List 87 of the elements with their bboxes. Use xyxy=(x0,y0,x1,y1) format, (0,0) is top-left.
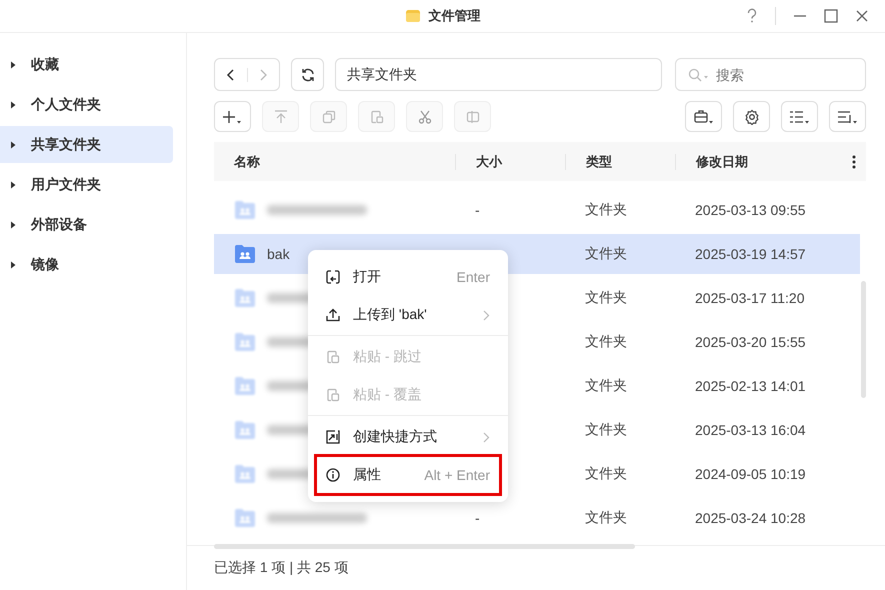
scrollbar[interactable] xyxy=(861,281,866,398)
expand-arrow-icon[interactable] xyxy=(10,220,16,228)
new-button[interactable] xyxy=(214,101,251,132)
column-header[interactable]: 名称 xyxy=(234,152,260,170)
close-icon[interactable] xyxy=(855,9,869,23)
sidebar-item[interactable]: 镜像 xyxy=(0,246,173,283)
scissors-icon xyxy=(418,110,432,124)
modified-date: 2025-03-20 15:55 xyxy=(695,334,806,350)
file-name: bak xyxy=(267,246,290,262)
menu-item[interactable]: 打开 Enter xyxy=(317,259,499,295)
search-input[interactable]: 搜索 xyxy=(716,59,865,90)
file-type: 文件夹 xyxy=(585,245,627,263)
modified-date: 2024-09-05 10:19 xyxy=(695,466,806,482)
menu-item[interactable]: 属性 Alt + Enter xyxy=(317,457,499,493)
expand-arrow-icon[interactable] xyxy=(10,60,16,68)
column-header[interactable]: 修改日期 xyxy=(696,152,748,170)
app-icon xyxy=(404,8,420,24)
search-field[interactable]: 搜索 xyxy=(675,58,866,91)
file-type: 文件夹 xyxy=(585,289,627,307)
shared-folder-icon xyxy=(234,200,256,220)
chevron-right-icon xyxy=(483,310,490,320)
help-icon[interactable] xyxy=(746,8,758,24)
column-header[interactable]: 大小 xyxy=(476,152,502,170)
modified-date: 2025-03-19 14:57 xyxy=(695,246,806,262)
shared-folder-icon xyxy=(234,288,256,308)
shared-folder-icon xyxy=(234,464,256,484)
file-type: 文件夹 xyxy=(585,201,627,219)
chevron-right-icon xyxy=(258,68,268,80)
modified-date: 2025-02-13 14:01 xyxy=(695,378,806,394)
modified-date: 2025-03-13 09:55 xyxy=(695,202,806,218)
sidebar-item[interactable]: 共享文件夹 xyxy=(0,126,173,163)
menu-item[interactable]: 创建快捷方式 xyxy=(317,419,499,455)
cut-button[interactable] xyxy=(406,101,443,132)
refresh-button[interactable] xyxy=(291,58,324,91)
expand-arrow-icon[interactable] xyxy=(10,260,16,268)
plus-icon xyxy=(222,108,242,124)
settings-button[interactable] xyxy=(733,101,770,132)
copy-icon xyxy=(322,110,336,124)
toolbox-button[interactable] xyxy=(685,101,722,132)
maximize-icon[interactable] xyxy=(824,9,838,23)
menu-item[interactable]: 上传到 'bak' xyxy=(317,297,499,333)
expand-arrow-icon[interactable] xyxy=(10,140,16,148)
paste-icon xyxy=(326,388,340,402)
rename-icon xyxy=(466,110,480,124)
briefcase-icon xyxy=(694,108,714,124)
sidebar-item[interactable]: 个人文件夹 xyxy=(0,86,173,123)
view-list-button[interactable] xyxy=(781,101,818,132)
window-title: 文件管理 xyxy=(428,7,480,25)
shared-folder-icon xyxy=(234,376,256,396)
shared-folder-icon xyxy=(234,508,256,528)
sidebar-item[interactable]: 用户文件夹 xyxy=(0,166,173,203)
upload-icon xyxy=(274,110,288,124)
file-type: 文件夹 xyxy=(585,509,627,527)
refresh-icon xyxy=(300,68,314,82)
shared-folder-icon xyxy=(234,332,256,352)
status-text: 已选择 1 项 | 共 25 项 xyxy=(214,559,348,577)
modified-date: 2025-03-17 11:20 xyxy=(695,290,804,306)
file-type: 文件夹 xyxy=(585,421,627,439)
file-size: - xyxy=(475,510,480,526)
shared-folder-icon xyxy=(234,244,256,264)
settings-icon xyxy=(744,108,760,124)
chevron-left-icon xyxy=(226,68,236,80)
file-type: 文件夹 xyxy=(585,377,627,395)
column-header[interactable]: 类型 xyxy=(586,152,612,170)
scrollbar[interactable] xyxy=(214,544,635,549)
paste-icon xyxy=(326,350,340,364)
chevron-right-icon xyxy=(483,432,490,442)
more-icon[interactable] xyxy=(852,155,856,169)
sort-button[interactable] xyxy=(829,101,866,132)
expand-arrow-icon[interactable] xyxy=(10,180,16,188)
sidebar-item[interactable]: 外部设备 xyxy=(0,206,173,243)
shared-folder-icon xyxy=(234,420,256,440)
open-icon xyxy=(326,270,340,284)
paste-icon xyxy=(370,110,384,124)
path-field[interactable]: 共享文件夹 xyxy=(335,58,662,91)
file-size: - xyxy=(475,202,480,218)
modified-date: 2025-03-24 10:28 xyxy=(695,510,806,526)
file-type: 文件夹 xyxy=(585,333,627,351)
file-type: 文件夹 xyxy=(585,465,627,483)
info-icon xyxy=(326,468,340,482)
upload-icon xyxy=(326,308,340,322)
sort-icon xyxy=(836,108,858,124)
list-icon xyxy=(788,108,810,124)
shortcut-icon xyxy=(326,430,340,444)
expand-arrow-icon[interactable] xyxy=(10,100,16,108)
sidebar-item[interactable]: 收藏 xyxy=(0,46,173,83)
modified-date: 2025-03-13 16:04 xyxy=(695,422,806,438)
